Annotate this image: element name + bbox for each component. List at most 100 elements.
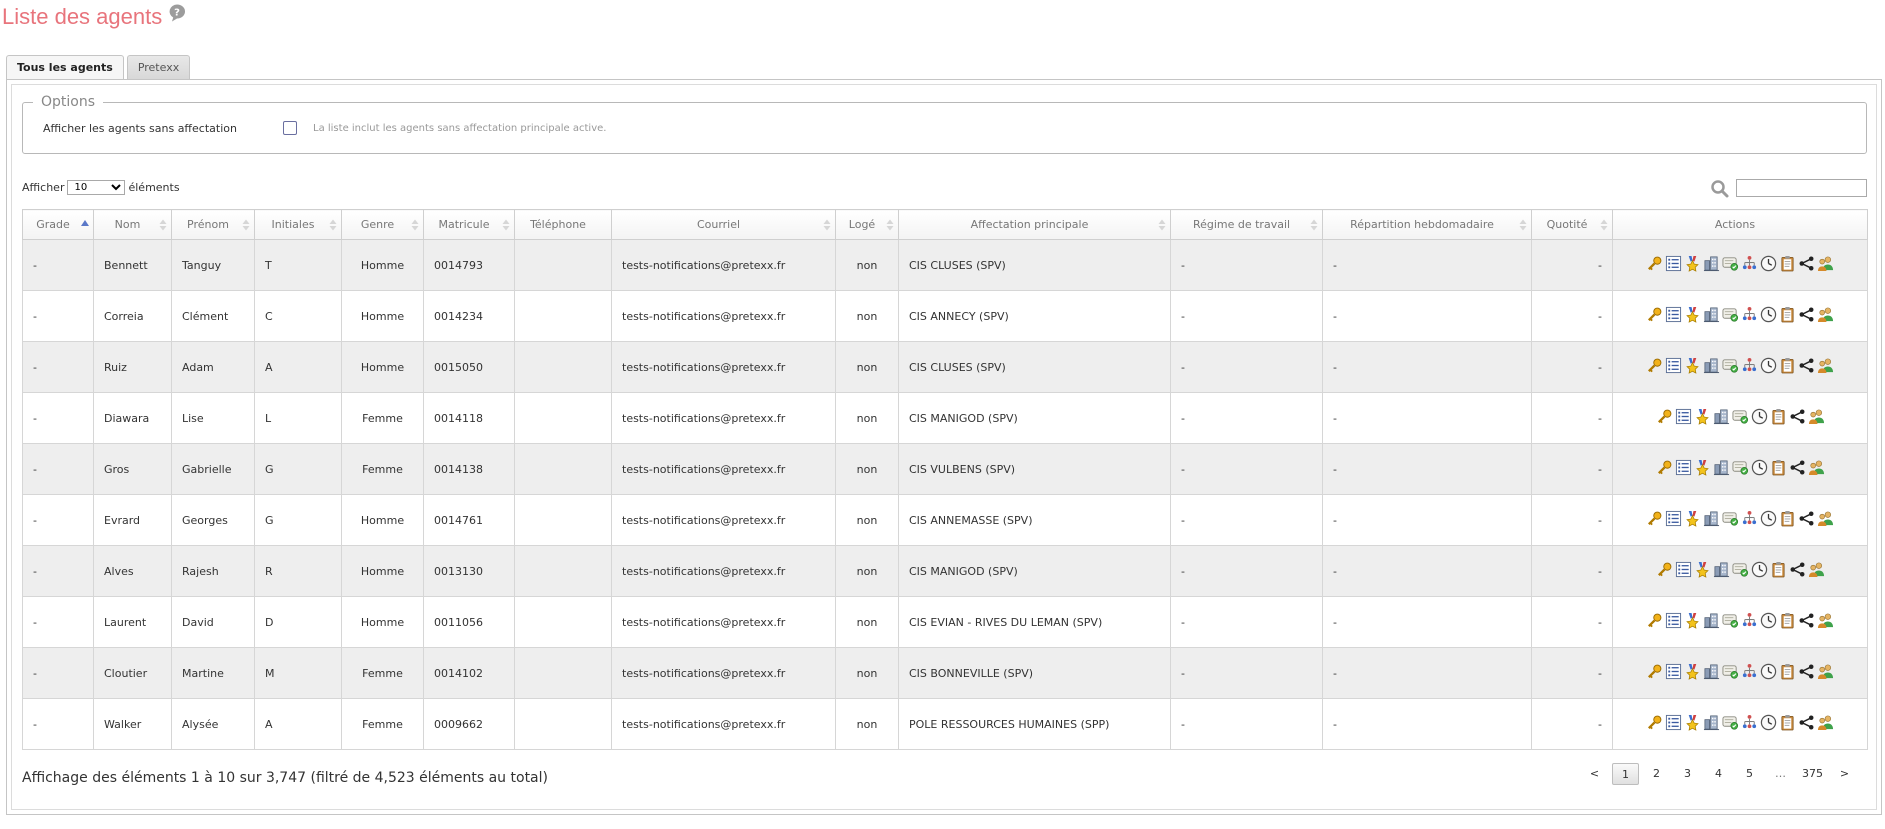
column-header-regime[interactable]: Régime de travail: [1170, 209, 1323, 240]
list-icon[interactable]: [1665, 255, 1682, 275]
share-icon[interactable]: [1789, 408, 1806, 428]
building-icon[interactable]: [1703, 663, 1720, 683]
list-icon[interactable]: [1665, 306, 1682, 326]
table-row[interactable]: - Alves Rajesh R Homme 0013130 tests-notificat…: [22, 545, 1868, 597]
list-icon[interactable]: [1675, 561, 1692, 581]
column-header-initiales[interactable]: Initiales: [254, 209, 342, 240]
users-icon[interactable]: [1817, 663, 1834, 683]
list-icon[interactable]: [1665, 612, 1682, 632]
page-length-select[interactable]: 10: [67, 180, 126, 195]
column-header-matricule[interactable]: Matricule: [423, 209, 515, 240]
search-input[interactable]: [1736, 179, 1867, 197]
clipboard-icon[interactable]: [1779, 663, 1796, 683]
users-icon[interactable]: [1808, 408, 1825, 428]
share-icon[interactable]: [1798, 612, 1815, 632]
certificate-icon[interactable]: [1722, 357, 1739, 377]
page-button[interactable]: 5: [1736, 763, 1763, 785]
medal-icon[interactable]: [1684, 510, 1701, 530]
column-header-prenom[interactable]: Prénom: [171, 209, 255, 240]
previous-page-button[interactable]: <: [1581, 763, 1608, 785]
tab-pretexx[interactable]: Pretexx: [126, 55, 191, 80]
clock-icon[interactable]: [1760, 714, 1777, 734]
building-icon[interactable]: [1713, 561, 1730, 581]
share-icon[interactable]: [1798, 663, 1815, 683]
table-row[interactable]: - Walker Alysée A Femme 0009662 tests-notifica…: [22, 698, 1868, 750]
building-icon[interactable]: [1703, 612, 1720, 632]
building-icon[interactable]: [1713, 459, 1730, 479]
key-icon[interactable]: [1656, 561, 1673, 581]
list-icon[interactable]: [1665, 663, 1682, 683]
org-chart-icon[interactable]: [1741, 306, 1758, 326]
clipboard-icon[interactable]: [1770, 459, 1787, 479]
share-icon[interactable]: [1789, 561, 1806, 581]
users-icon[interactable]: [1817, 306, 1834, 326]
medal-icon[interactable]: [1694, 561, 1711, 581]
share-icon[interactable]: [1798, 510, 1815, 530]
help-icon[interactable]: ?: [167, 3, 187, 23]
clock-icon[interactable]: [1751, 561, 1768, 581]
building-icon[interactable]: [1703, 510, 1720, 530]
clipboard-icon[interactable]: [1779, 306, 1796, 326]
building-icon[interactable]: [1703, 714, 1720, 734]
table-row[interactable]: - Evrard Georges G Homme 0014761 tests-notific…: [22, 494, 1868, 546]
key-icon[interactable]: [1656, 408, 1673, 428]
certificate-icon[interactable]: [1722, 306, 1739, 326]
table-row[interactable]: - Correia Clément C Homme 0014234 tests-notifi…: [22, 290, 1868, 342]
next-page-button[interactable]: >: [1831, 763, 1858, 785]
table-row[interactable]: - Cloutier Martine M Femme 0014102 tests-notif…: [22, 647, 1868, 699]
column-header-affectation[interactable]: Affectation principale: [898, 209, 1171, 240]
clipboard-icon[interactable]: [1770, 408, 1787, 428]
table-row[interactable]: - Laurent David D Homme 0011056 tests-notifica…: [22, 596, 1868, 648]
org-chart-icon[interactable]: [1741, 255, 1758, 275]
clipboard-icon[interactable]: [1770, 561, 1787, 581]
key-icon[interactable]: [1646, 714, 1663, 734]
users-icon[interactable]: [1817, 510, 1834, 530]
share-icon[interactable]: [1789, 459, 1806, 479]
page-button-current[interactable]: 1: [1612, 763, 1639, 785]
users-icon[interactable]: [1817, 255, 1834, 275]
clipboard-icon[interactable]: [1779, 714, 1796, 734]
table-row[interactable]: - Bennett Tanguy T Homme 0014793 tests-notific…: [22, 239, 1868, 291]
column-header-grade[interactable]: Grade: [22, 209, 94, 240]
clock-icon[interactable]: [1751, 459, 1768, 479]
table-row[interactable]: - Diawara Lise L Femme 0014118 tests-notificat…: [22, 392, 1868, 444]
key-icon[interactable]: [1646, 612, 1663, 632]
table-row[interactable]: - Ruiz Adam A Homme 0015050 tests-notification…: [22, 341, 1868, 393]
users-icon[interactable]: [1817, 357, 1834, 377]
building-icon[interactable]: [1703, 255, 1720, 275]
key-icon[interactable]: [1646, 510, 1663, 530]
medal-icon[interactable]: [1684, 612, 1701, 632]
page-button[interactable]: 2: [1643, 763, 1670, 785]
clock-icon[interactable]: [1760, 663, 1777, 683]
medal-icon[interactable]: [1684, 255, 1701, 275]
clipboard-icon[interactable]: [1779, 612, 1796, 632]
certificate-icon[interactable]: [1722, 612, 1739, 632]
key-icon[interactable]: [1646, 255, 1663, 275]
page-button[interactable]: 4: [1705, 763, 1732, 785]
tab-tous-les-agents[interactable]: Tous les agents: [6, 55, 124, 81]
building-icon[interactable]: [1713, 408, 1730, 428]
certificate-icon[interactable]: [1731, 408, 1749, 428]
table-row[interactable]: - Gros Gabrielle G Femme 0014138 tests-notific…: [22, 443, 1868, 495]
building-icon[interactable]: [1703, 357, 1720, 377]
key-icon[interactable]: [1646, 663, 1663, 683]
clock-icon[interactable]: [1760, 306, 1777, 326]
certificate-icon[interactable]: [1722, 510, 1739, 530]
org-chart-icon[interactable]: [1741, 510, 1758, 530]
list-icon[interactable]: [1665, 510, 1682, 530]
clock-icon[interactable]: [1760, 612, 1777, 632]
org-chart-icon[interactable]: [1741, 357, 1758, 377]
medal-icon[interactable]: [1684, 306, 1701, 326]
building-icon[interactable]: [1703, 306, 1720, 326]
key-icon[interactable]: [1646, 306, 1663, 326]
column-header-repartition[interactable]: Répartition hebdomadaire: [1322, 209, 1532, 240]
org-chart-icon[interactable]: [1741, 663, 1758, 683]
column-header-genre[interactable]: Genre: [341, 209, 424, 240]
users-icon[interactable]: [1808, 459, 1825, 479]
list-icon[interactable]: [1665, 357, 1682, 377]
share-icon[interactable]: [1798, 357, 1815, 377]
page-button[interactable]: 3: [1674, 763, 1701, 785]
users-icon[interactable]: [1817, 612, 1834, 632]
column-header-courriel[interactable]: Courriel: [611, 209, 836, 240]
medal-icon[interactable]: [1684, 357, 1701, 377]
